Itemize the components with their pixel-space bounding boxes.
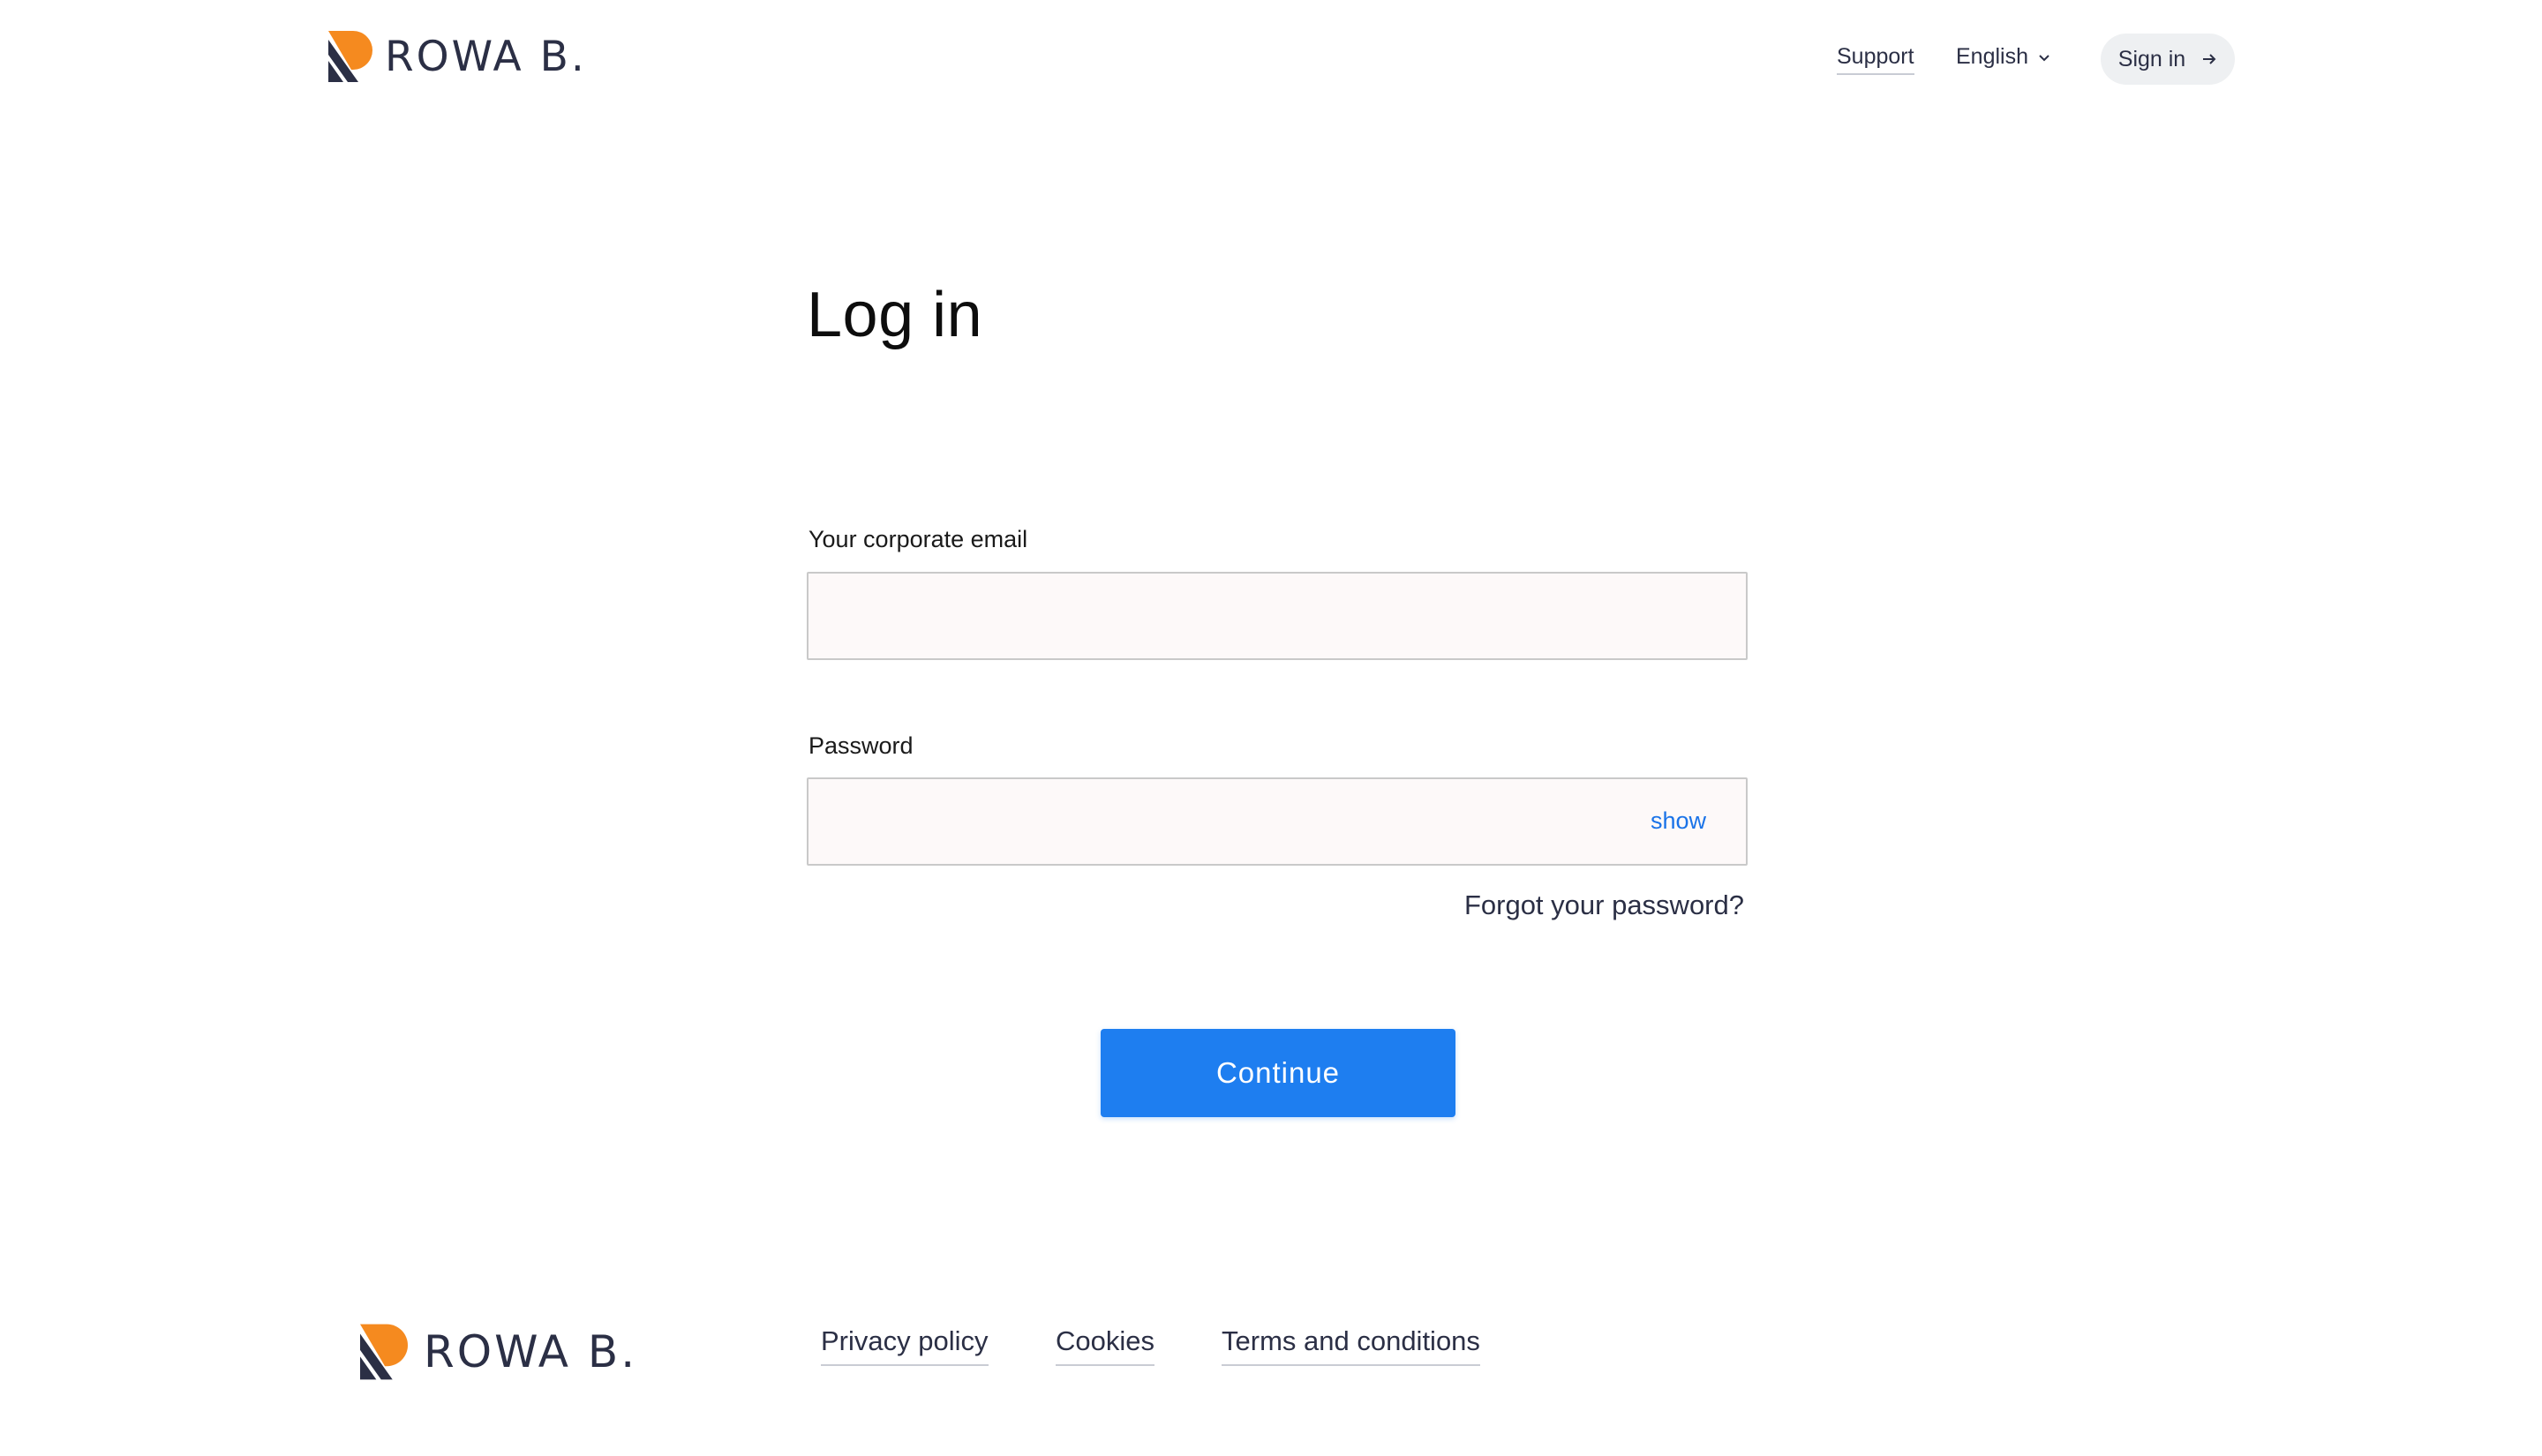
header-logo[interactable]: ROWA B. [328,28,587,85]
show-password-toggle[interactable]: show [1651,807,1706,835]
login-page: ROWA B. Support English Sign in Log in Y… [0,0,2542,1456]
page-title: Log in [807,280,983,350]
sign-in-label: Sign in [2117,46,2186,71]
terms-link[interactable]: Terms and conditions [1222,1325,1480,1366]
rowa-logo-icon [360,1324,408,1380]
footer-logo[interactable]: ROWA B. [360,1322,637,1382]
forgot-password-link[interactable]: Forgot your password? [1464,889,1744,921]
password-label: Password [808,732,914,759]
email-field[interactable] [807,572,1748,660]
language-selector[interactable]: English [1956,44,2051,70]
brand-name: ROWA B. [385,32,587,81]
rowa-logo-icon [328,31,372,82]
support-link[interactable]: Support [1837,44,1914,75]
sign-in-button[interactable]: Sign in [2101,34,2235,85]
language-label: English [1956,44,2028,69]
email-label: Your corporate email [808,526,1028,552]
brand-name: ROWA B. [424,1326,638,1377]
arrow-right-icon [2203,54,2216,64]
chevron-down-icon [2039,54,2049,61]
password-field[interactable] [807,777,1748,866]
cookies-link[interactable]: Cookies [1056,1325,1154,1366]
privacy-policy-link[interactable]: Privacy policy [821,1325,989,1366]
continue-button[interactable]: Continue [1101,1029,1455,1117]
